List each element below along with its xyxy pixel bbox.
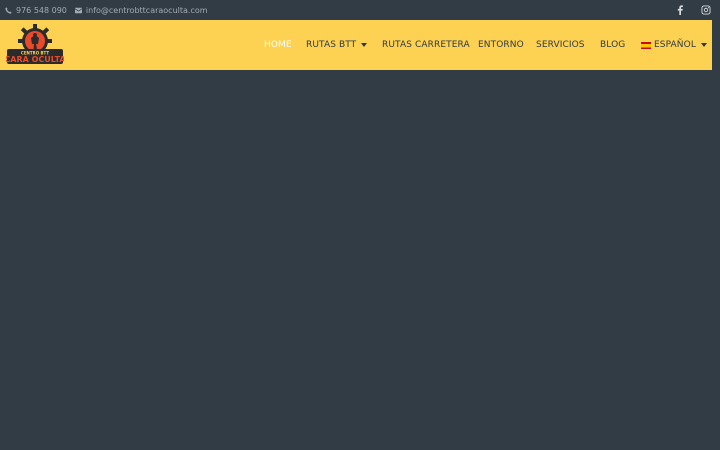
nav-item-blog[interactable]: BLOG (600, 20, 625, 70)
nav-item-label: ESPAÑOL (654, 40, 696, 50)
spain-flag-icon (641, 41, 651, 49)
chevron-down-icon (700, 43, 707, 47)
chevron-down-icon (361, 43, 368, 47)
nav-item-servicios[interactable]: SERVICIOS (536, 20, 585, 70)
instagram-icon[interactable] (701, 5, 711, 15)
nav-item-label: ENTORNO (478, 40, 524, 50)
email-contact[interactable]: info@centrobttcaraoculta.com (74, 5, 208, 15)
nav-item-label: BLOG (600, 40, 626, 50)
nav-item-home[interactable]: HOME (264, 20, 292, 70)
site-header: CENTRO BTT CARA OCULTA HOME RUTAS BTT RU… (0, 20, 712, 70)
facebook-icon[interactable] (675, 5, 685, 15)
social-links (675, 0, 711, 20)
phone-icon (5, 6, 12, 14)
nav-item-label: RUTAS BTT (306, 40, 357, 50)
top-bar: 976 548 090 info@centrobttcaraoculta.com (0, 0, 720, 20)
envelope-icon (74, 7, 82, 13)
nav-item-label: SERVICIOS (536, 40, 585, 50)
nav-item-language[interactable]: ESPAÑOL (641, 20, 707, 70)
phone-number: 976 548 090 (16, 5, 67, 15)
nav-item-entorno[interactable]: ENTORNO (478, 20, 524, 70)
nav-item-rutas-btt[interactable]: RUTAS BTT (306, 20, 368, 70)
nav-item-label: HOME (264, 40, 292, 50)
page-content (0, 70, 720, 450)
main-navigation: HOME RUTAS BTT RUTAS CARRETERA ENTORNO S… (0, 20, 712, 70)
email-address: info@centrobttcaraoculta.com (85, 5, 208, 15)
phone-contact[interactable]: 976 548 090 (5, 6, 67, 15)
nav-item-rutas-carretera[interactable]: RUTAS CARRETERA (382, 20, 470, 70)
nav-item-label: RUTAS CARRETERA (382, 40, 470, 50)
